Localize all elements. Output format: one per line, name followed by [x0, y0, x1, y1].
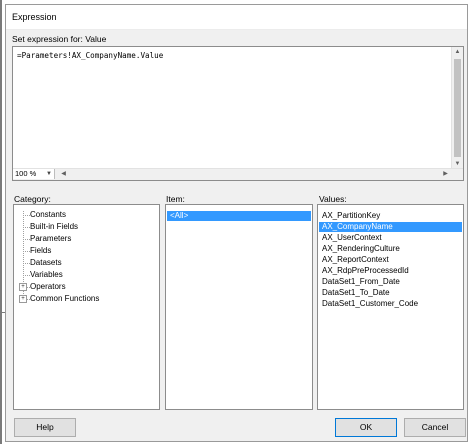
values-list-item[interactable]: AX_RdpPreProcessedId — [319, 266, 462, 276]
category-tree[interactable]: Constants Built-in Fields Parameters Fie… — [13, 204, 160, 410]
values-list-item[interactable]: AX_UserContext — [319, 233, 462, 243]
ok-button[interactable]: OK — [335, 418, 397, 437]
chevron-down-icon: ▼ — [46, 171, 52, 177]
values-list-item[interactable]: DataSet1_To_Date — [319, 288, 462, 298]
values-list-item[interactable]: AX_CompanyName — [319, 222, 462, 232]
editor-horizontal-bar: 100 % ▼ ◀ ▶ — [13, 168, 463, 180]
scroll-left-icon[interactable]: ◀ — [58, 170, 69, 178]
help-button[interactable]: Help — [14, 418, 76, 437]
expand-plus-icon[interactable]: + — [19, 283, 27, 291]
category-item-datasets[interactable]: Datasets — [30, 257, 62, 268]
values-label: Values: — [319, 194, 347, 204]
title-bar: Expression — [6, 5, 467, 30]
category-label: Category: — [14, 194, 51, 204]
category-item-common-functions[interactable]: Common Functions — [30, 293, 99, 304]
zoom-value: 100 % — [15, 169, 37, 178]
item-label: Item: — [166, 194, 185, 204]
values-list[interactable]: AX_PartitionKey AX_CompanyName AX_UserCo… — [317, 204, 464, 410]
expression-text[interactable]: =Parameters!AX_CompanyName.Value — [17, 51, 163, 60]
values-list-item[interactable]: AX_PartitionKey — [319, 211, 462, 221]
dialog-title: Expression — [12, 12, 57, 22]
category-item-operators[interactable]: Operators — [30, 281, 66, 292]
values-list-item[interactable]: AX_ReportContext — [319, 255, 462, 265]
cancel-button[interactable]: Cancel — [404, 418, 466, 437]
category-item-variables[interactable]: Variables — [30, 269, 63, 280]
category-item-built-in-fields[interactable]: Built-in Fields — [30, 221, 78, 232]
item-list-item[interactable]: <All> — [167, 211, 311, 221]
values-list-item[interactable]: AX_RenderingCulture — [319, 244, 462, 254]
category-item-constants[interactable]: Constants — [30, 209, 66, 220]
scroll-thumb[interactable] — [454, 59, 461, 157]
expand-plus-icon[interactable]: + — [19, 295, 27, 303]
values-list-item[interactable]: DataSet1_Customer_Code — [319, 299, 462, 309]
item-list[interactable]: <All> — [165, 204, 313, 410]
scroll-up-icon[interactable]: ▲ — [452, 48, 463, 56]
scroll-down-icon[interactable]: ▼ — [452, 160, 463, 168]
expression-editor[interactable]: =Parameters!AX_CompanyName.Value ▲ ▼ 100… — [12, 46, 464, 181]
editor-vertical-scrollbar[interactable]: ▲ ▼ — [451, 47, 463, 169]
expression-dialog: Expression Set expression for: Value =Pa… — [5, 4, 468, 442]
zoom-dropdown[interactable]: 100 % ▼ — [13, 169, 55, 179]
scroll-right-icon[interactable]: ▶ — [440, 170, 451, 178]
category-item-fields[interactable]: Fields — [30, 245, 51, 256]
background-window-edge — [0, 0, 2, 444]
values-list-item[interactable]: DataSet1_From_Date — [319, 277, 462, 287]
category-item-parameters[interactable]: Parameters — [30, 233, 71, 244]
expression-label: Set expression for: Value — [12, 34, 107, 44]
